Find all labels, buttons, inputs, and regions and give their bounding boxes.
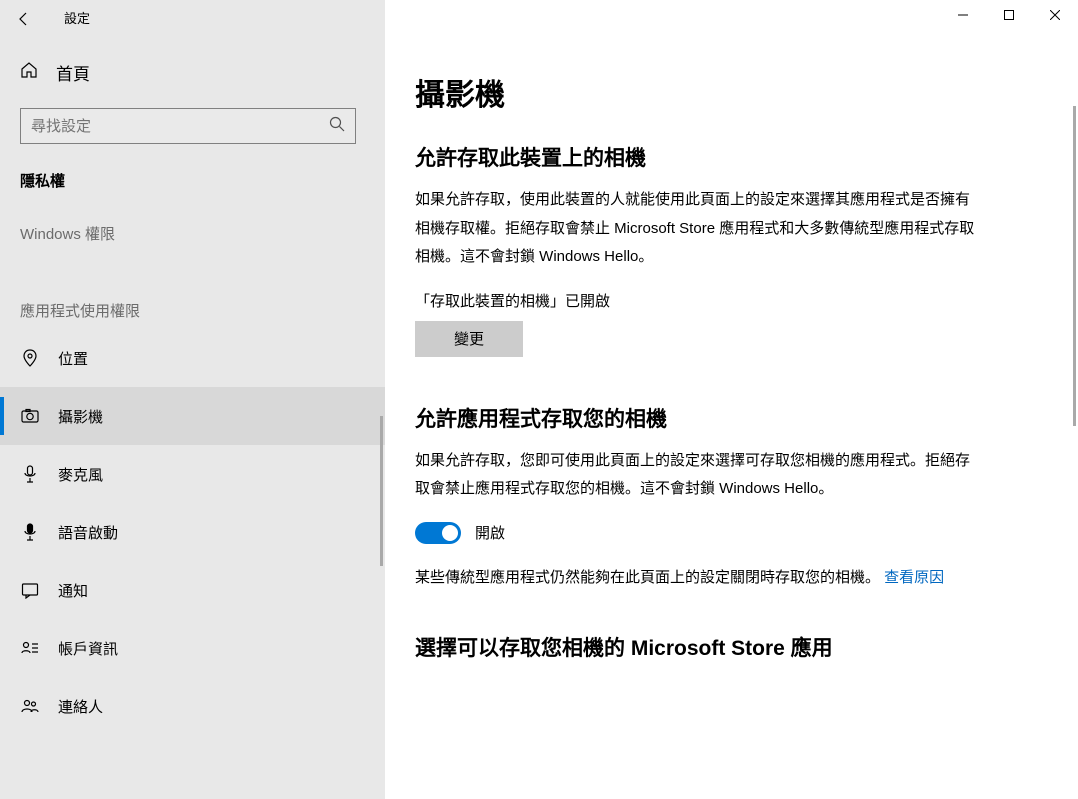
account-info-icon (20, 639, 40, 657)
page-title: 攝影機 (415, 70, 975, 114)
sidebar-item-account-info[interactable]: 帳戶資訊 (0, 619, 385, 677)
contacts-icon (20, 697, 40, 715)
search-input[interactable] (20, 108, 356, 144)
close-button[interactable] (1032, 0, 1078, 30)
sidebar-scrollbar[interactable] (380, 416, 383, 566)
content-scrollbar[interactable] (1073, 106, 1076, 426)
section1-desc: 如果允許存取，使用此裝置的人就能使用此頁面上的設定來選擇其應用程式是否擁有相機存… (415, 186, 975, 272)
search-icon (329, 116, 345, 137)
sidebar-item-label: 語音啟動 (58, 522, 118, 543)
location-icon (20, 349, 40, 367)
sidebar-item-label: 攝影機 (58, 406, 103, 427)
sidebar-item-microphone[interactable]: 麥克風 (0, 445, 385, 503)
home-icon (20, 61, 38, 84)
change-button[interactable]: 變更 (415, 321, 523, 357)
microphone-icon (20, 465, 40, 483)
section1-status: 「存取此裝置的相機」已開啟 (415, 290, 975, 311)
note-text: 某些傳統型應用程式仍然能夠在此頁面上的設定關閉時存取您的相機。 (415, 569, 884, 586)
note-link[interactable]: 查看原因 (884, 569, 944, 586)
toggle-label: 開啟 (475, 522, 505, 543)
section1-title: 允許存取此裝置上的相機 (415, 142, 975, 172)
section2-desc: 如果允許存取，您即可使用此頁面上的設定來選擇可存取您相機的應用程式。拒絕存取會禁… (415, 447, 975, 504)
sidebar-item-camera[interactable]: 攝影機 (0, 387, 385, 445)
sidebar-item-label: 通知 (58, 580, 88, 601)
sidebar-category: 隱私權 (0, 152, 385, 201)
section2-note: 某些傳統型應用程式仍然能夠在此頁面上的設定關閉時存取您的相機。 查看原因 (415, 564, 975, 593)
section3-title: 選擇可以存取您相機的 Microsoft Store 應用 (415, 632, 975, 662)
minimize-button[interactable] (940, 0, 986, 30)
sidebar-item-label: 位置 (58, 348, 88, 369)
sidebar-item-label: 麥克風 (58, 464, 103, 485)
sidebar-item-label: 連絡人 (58, 696, 103, 717)
maximize-button[interactable] (986, 0, 1032, 30)
camera-icon (20, 407, 40, 425)
sidebar-windows-permissions[interactable]: Windows 權限 (0, 201, 385, 252)
sidebar-home-label: 首頁 (56, 60, 90, 85)
notifications-icon (20, 581, 40, 599)
sidebar-home[interactable]: 首頁 (0, 48, 385, 96)
back-button[interactable] (0, 0, 48, 38)
titlebar: 設定 (0, 0, 1078, 38)
sidebar-item-location[interactable]: 位置 (0, 329, 385, 387)
search-field[interactable] (31, 118, 329, 135)
content-area: 攝影機 允許存取此裝置上的相機 如果允許存取，使用此裝置的人就能使用此頁面上的設… (385, 38, 1078, 799)
allow-apps-toggle[interactable] (415, 522, 461, 544)
sidebar: 首頁 隱私權 Windows 權限 應用程式使用權限 位置 攝影機 (0, 38, 385, 799)
sidebar-app-permissions-header: 應用程式使用權限 (0, 252, 385, 329)
sidebar-item-voice-activation[interactable]: 語音啟動 (0, 503, 385, 561)
section2-title: 允許應用程式存取您的相機 (415, 403, 975, 433)
window-title: 設定 (48, 0, 90, 38)
sidebar-item-label: 帳戶資訊 (58, 638, 118, 659)
sidebar-item-contacts[interactable]: 連絡人 (0, 677, 385, 735)
sidebar-item-notifications[interactable]: 通知 (0, 561, 385, 619)
voice-activation-icon (20, 523, 40, 541)
